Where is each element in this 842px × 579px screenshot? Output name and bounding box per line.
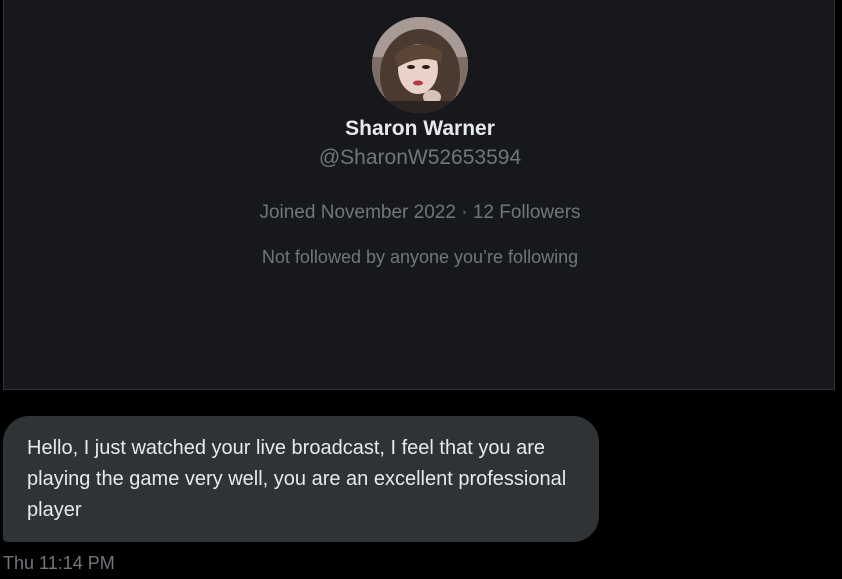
joined-date: Joined November 2022	[259, 202, 456, 223]
conversation-view: Sharon Warner @SharonW52653594 Joined No…	[0, 0, 842, 579]
followers-count[interactable]: 12 Followers	[473, 202, 581, 223]
avatar[interactable]	[372, 17, 468, 113]
user-handle: @SharonW52653594	[318, 146, 522, 169]
avatar-photo-icon	[372, 17, 468, 113]
message-text: Hello, I just watched your live broadcas…	[27, 437, 567, 521]
meta-separator: ·	[455, 202, 473, 223]
profile-card[interactable]: Sharon Warner @SharonW52653594 Joined No…	[3, 0, 835, 390]
message-timestamp: Thu 11:14 PM	[3, 553, 115, 573]
display-name[interactable]: Sharon Warner	[4, 116, 836, 142]
follow-context: Not followed by anyone you’re following	[261, 247, 579, 267]
message-bubble[interactable]: Hello, I just watched your live broadcas…	[3, 416, 599, 542]
profile-meta: Joined November 2022 · 12 Followers	[4, 201, 836, 225]
